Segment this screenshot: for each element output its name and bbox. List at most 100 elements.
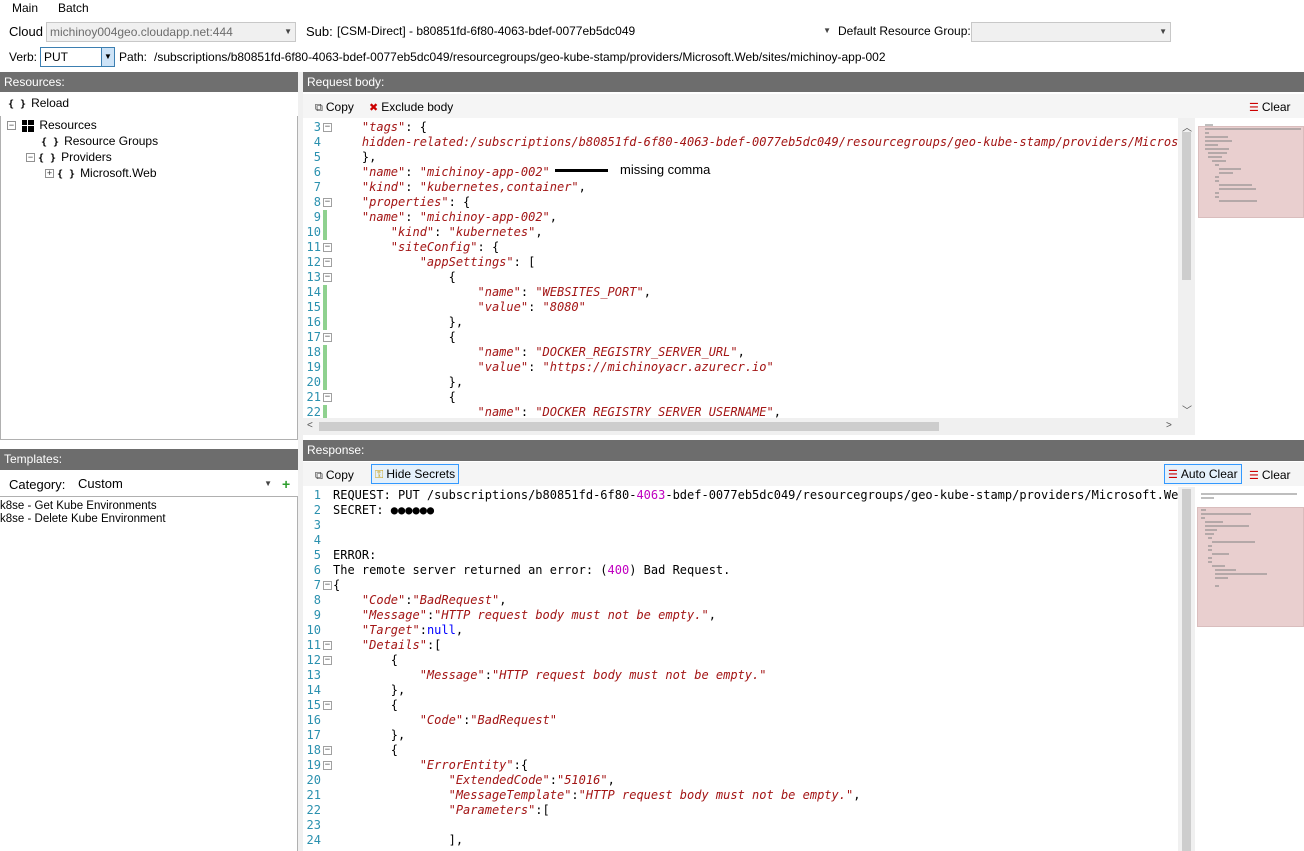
fold-icon[interactable]: −: [323, 273, 332, 282]
code-text: "name": "WEBSITES_PORT",: [477, 285, 651, 299]
clear-label: Clear: [1261, 468, 1291, 482]
copy-label: Copy: [325, 100, 354, 114]
code-line: 4 hidden-related:/subscriptions/b80851fd…: [303, 135, 1178, 150]
fold-icon[interactable]: −: [323, 333, 332, 342]
minimap-line: [1204, 529, 1218, 531]
resources-header: Resources:: [0, 72, 298, 92]
code-text: "ExtendedCode":"51016",: [448, 773, 615, 787]
line-number: 5: [313, 150, 321, 164]
fold-icon[interactable]: −: [323, 243, 332, 252]
menu-main[interactable]: Main: [12, 1, 38, 15]
request-clear-button[interactable]: ☰ Clear: [1249, 99, 1291, 117]
menu-batch[interactable]: Batch: [58, 1, 89, 15]
scroll-thumb[interactable]: [1182, 132, 1191, 280]
minimap-line: [1208, 156, 1222, 158]
fold-icon[interactable]: −: [323, 123, 332, 132]
fold-icon[interactable]: −: [323, 701, 332, 710]
code-line: 12− "appSettings": [: [303, 255, 1178, 270]
resource-tree: − Resources { } Resource Groups −{ } Provi…: [0, 116, 298, 440]
request-vertical-scrollbar[interactable]: ︿ ﹀: [1178, 118, 1195, 418]
code-line: 3− "tags": {: [303, 120, 1178, 135]
verb-select[interactable]: PUT ▼: [40, 47, 115, 67]
scroll-right-icon[interactable]: >: [1166, 420, 1172, 431]
line-number: 12: [306, 255, 321, 269]
auto-clear-label: Auto Clear: [1180, 467, 1238, 481]
code-line: 16 },: [303, 315, 1178, 330]
expand-icon[interactable]: +: [45, 169, 54, 179]
path-input[interactable]: /subscriptions/b80851fd-6f80-4063-bdef-0…: [154, 50, 886, 64]
minimap-line: [1211, 553, 1229, 555]
code-line: 17 },: [303, 728, 1178, 743]
cloud-select[interactable]: michinoy004geo.cloudapp.net:444 ▼: [46, 22, 296, 42]
fold-icon[interactable]: −: [323, 581, 332, 590]
add-template-icon[interactable]: +: [282, 476, 290, 492]
minimap-line: [1215, 176, 1220, 178]
tree-node-resource-groups[interactable]: { } Resource Groups: [41, 134, 158, 148]
code-line: 14 },: [303, 683, 1178, 698]
minimap-line: [1219, 188, 1256, 190]
clear-label: Clear: [1261, 100, 1291, 114]
line-number: 3: [313, 518, 321, 532]
minimap-line: [1204, 124, 1213, 126]
fold-icon[interactable]: −: [323, 761, 332, 770]
sub-label: Sub:: [306, 24, 333, 39]
scroll-thumb[interactable]: [1182, 489, 1191, 851]
hide-secrets-button[interactable]: ⚿ Hide Secrets: [371, 464, 460, 484]
line-number: 9: [313, 608, 321, 622]
code-text: "tags": {: [361, 120, 427, 134]
resource-group-select[interactable]: ▼: [971, 22, 1171, 42]
request-minimap[interactable]: [1195, 118, 1304, 418]
response-clear-button[interactable]: ☰ Clear: [1249, 467, 1291, 485]
fold-icon[interactable]: −: [323, 656, 332, 665]
category-select[interactable]: Custom ▼: [75, 475, 275, 495]
request-body-editor[interactable]: 3− "tags": {4 hidden-related:/subscripti…: [303, 118, 1178, 418]
fold-icon[interactable]: −: [323, 258, 332, 267]
template-item[interactable]: k8se - Delete Kube Environment: [0, 513, 166, 525]
response-copy-button[interactable]: ⧉ Copy: [315, 467, 354, 485]
request-horizontal-scrollbar[interactable]: < >: [303, 418, 1178, 435]
code-line: 22 "Parameters":[: [303, 803, 1178, 818]
exclude-icon: ✖: [369, 102, 379, 114]
change-marker: [323, 285, 327, 300]
tree-node-providers[interactable]: −{ } Providers: [26, 150, 112, 164]
response-vertical-scrollbar[interactable]: [1178, 487, 1195, 851]
code-line: 9 "name": "michinoy-app-002",: [303, 210, 1178, 225]
tree-node-resources[interactable]: − Resources: [7, 118, 97, 132]
code-text: The remote server returned an error: (40…: [333, 563, 731, 577]
template-item[interactable]: k8se - Get Kube Environments: [0, 500, 157, 512]
reload-button[interactable]: { } Reload: [8, 95, 69, 113]
fold-icon[interactable]: −: [323, 198, 332, 207]
code-line: 15 "value": "8080": [303, 300, 1178, 315]
minimap-line: [1208, 561, 1213, 563]
auto-clear-button[interactable]: ☰ Auto Clear: [1164, 464, 1242, 484]
request-copy-button[interactable]: ⧉ Copy: [315, 99, 354, 117]
minimap-line: [1219, 168, 1241, 170]
scroll-down-icon[interactable]: ﹀: [1182, 402, 1192, 417]
code-text: "appSettings": [: [419, 255, 536, 269]
templates-header: Templates:: [0, 449, 298, 470]
fold-icon[interactable]: −: [323, 393, 332, 402]
collapse-icon[interactable]: −: [26, 153, 35, 163]
fold-icon[interactable]: −: [323, 746, 332, 755]
code-line: 14 "name": "WEBSITES_PORT",: [303, 285, 1178, 300]
subscription-select[interactable]: [CSM-Direct] - b80851fd-6f80-4063-bdef-0…: [334, 22, 832, 42]
minimap-line: [1201, 493, 1297, 495]
tree-node-microsoft-web[interactable]: +{ } Microsoft.Web: [45, 166, 157, 180]
hide-secrets-label: Hide Secrets: [386, 467, 456, 481]
exclude-body-button[interactable]: ✖ Exclude body: [369, 99, 453, 117]
response-minimap[interactable]: [1195, 487, 1304, 851]
copy-label: Copy: [325, 468, 354, 482]
code-line: 8 "Code":"BadRequest",: [303, 593, 1178, 608]
line-number: 11: [306, 240, 321, 254]
scroll-left-icon[interactable]: <: [307, 420, 313, 431]
response-editor[interactable]: 1 REQUEST: PUT /subscriptions/b80851fd-6f…: [303, 487, 1178, 851]
collapse-icon[interactable]: −: [7, 121, 16, 131]
code-text: {: [333, 653, 399, 667]
minimap-line: [1215, 569, 1237, 571]
fold-icon[interactable]: −: [323, 641, 332, 650]
line-number: 19: [306, 758, 321, 772]
code-text: "kind": "kubernetes,container",: [361, 180, 586, 194]
scroll-thumb[interactable]: [319, 422, 939, 431]
code-text: "Target":null,: [361, 623, 464, 637]
line-number: 2: [313, 503, 321, 517]
